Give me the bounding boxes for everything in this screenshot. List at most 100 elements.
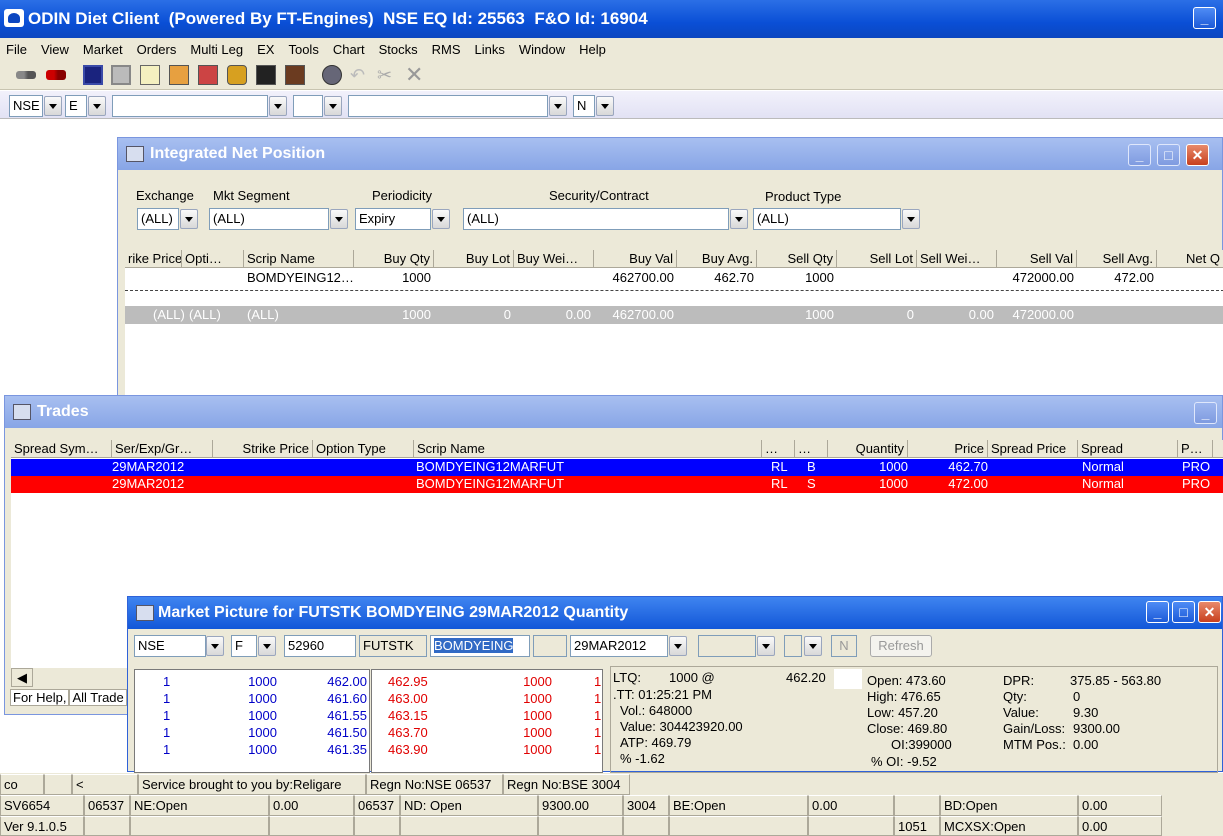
mp-expiry-select[interactable]: 29MAR2012 [570,635,668,657]
col-net-qty[interactable]: Net Q [1157,250,1223,268]
col-scrip-name[interactable]: Scrip Name [244,250,354,268]
instrument-select[interactable] [112,95,268,117]
minimize-button[interactable]: _ [1128,144,1151,166]
chevron-down-icon[interactable] [730,209,748,229]
series-select[interactable]: N [573,95,595,117]
segment-select[interactable]: E [65,95,87,117]
col-sell-weight[interactable]: Sell Wei… [917,250,997,268]
col-extra[interactable] [1213,440,1223,458]
col-price[interactable]: Price [908,440,988,458]
minimize-button[interactable]: _ [1146,601,1169,623]
menu-rms[interactable]: RMS [432,42,461,57]
chevron-down-icon[interactable] [206,636,224,656]
mp-instrument-field[interactable]: FUTSTK [359,635,427,657]
col-option[interactable]: Opti… [182,250,244,268]
chevron-down-icon[interactable] [324,96,342,116]
maximize-button[interactable]: □ [1172,601,1195,623]
col-ser-exp[interactable]: Ser/Exp/Gr… [112,440,213,458]
chevron-down-icon[interactable] [902,209,920,229]
total-row[interactable]: (ALL) (ALL) (ALL) 1000 0 0.00 462700.00 … [125,306,1223,324]
col-spread[interactable]: Spread [1078,440,1178,458]
menu-tools[interactable]: Tools [288,42,318,57]
chevron-down-icon[interactable] [549,96,567,116]
close-icon[interactable]: ✕ [405,64,425,86]
col-bs[interactable]: … [795,440,828,458]
mp-option-field[interactable] [533,635,567,657]
option-select[interactable] [293,95,323,117]
chevron-down-icon[interactable] [757,636,775,656]
col-quantity[interactable]: Quantity [828,440,908,458]
col-buy-lot[interactable]: Buy Lot [434,250,514,268]
col-p[interactable]: P… [1178,440,1213,458]
col-sell-lot[interactable]: Sell Lot [837,250,917,268]
close-button[interactable]: ✕ [1186,144,1209,166]
col-buy-avg[interactable]: Buy Avg. [677,250,757,268]
save-icon[interactable] [83,65,103,85]
trades-title-bar[interactable]: Trades _ [5,396,1222,428]
col-buy-weight[interactable]: Buy Wei… [514,250,594,268]
binoculars-icon[interactable] [285,65,305,85]
mp-n-field[interactable]: N [831,635,857,657]
maximize-button[interactable]: □ [1157,144,1180,166]
col-spread-symbol[interactable]: Spread Sym… [11,440,112,458]
net-position-title-bar[interactable]: Integrated Net Position _ □ ✕ [118,138,1222,170]
mp-type-select[interactable] [784,635,802,657]
chevron-down-icon[interactable] [88,96,106,116]
disconnect-icon[interactable] [46,70,66,80]
table-row[interactable]: BOMDYEING12… 1000 462700.00 462.70 1000 … [125,269,1223,287]
gear-icon[interactable] [322,65,342,85]
mp-symbol-input[interactable]: BOMDYEING [430,635,530,657]
periodicity-filter[interactable]: Expiry [355,208,431,230]
chart-icon[interactable] [256,65,276,85]
col-strike-price[interactable]: Strike Price [213,440,313,458]
scissors-icon[interactable]: ✂ [377,65,397,85]
col-option-type[interactable]: Option Type [313,440,414,458]
table-row[interactable]: 29MAR2012 BOMDYEING12MARFUT RL S 1000 47… [11,476,1223,493]
tab-all-trade[interactable]: All Trade [69,689,127,706]
book-icon[interactable] [198,65,218,85]
chevron-down-icon[interactable] [180,209,198,229]
mp-exchange-select[interactable]: NSE [134,635,206,657]
table-row[interactable]: 29MAR2012 BOMDYEING12MARFUT RL B 1000 46… [11,459,1223,476]
close-button[interactable]: ✕ [1198,601,1221,623]
edit-icon[interactable] [140,65,160,85]
market-picture-title-bar[interactable]: Market Picture for FUTSTK BOMDYEING 29MA… [128,597,1222,629]
product-filter[interactable]: (ALL) [753,208,901,230]
minimize-button[interactable]: _ [1194,402,1217,424]
exchange-select[interactable]: NSE [9,95,43,117]
menu-multi-leg[interactable]: Multi Leg [190,42,243,57]
menu-file[interactable]: File [6,42,27,57]
exchange-filter[interactable]: (ALL) [137,208,179,230]
refresh-button[interactable]: Refresh [870,635,932,657]
mp-segment-select[interactable]: F [231,635,257,657]
menu-ex[interactable]: EX [257,42,274,57]
menu-chart[interactable]: Chart [333,42,365,57]
package-icon[interactable] [227,65,247,85]
menu-orders[interactable]: Orders [137,42,177,57]
chevron-down-icon[interactable] [804,636,822,656]
chevron-down-icon[interactable] [330,209,348,229]
chevron-down-icon[interactable] [258,636,276,656]
col-buy-qty[interactable]: Buy Qty [354,250,434,268]
watch-icon[interactable] [169,65,189,85]
symbol-select[interactable] [348,95,548,117]
minimize-button[interactable]: _ [1193,7,1216,29]
chevron-down-icon[interactable] [269,96,287,116]
chevron-down-icon[interactable] [669,636,687,656]
scroll-left-icon[interactable]: ◀ [11,668,33,687]
col-scrip-name[interactable]: Scrip Name [414,440,762,458]
mp-token-input[interactable]: 52960 [284,635,356,657]
tab-help[interactable]: For Help, [10,689,70,706]
menu-market[interactable]: Market [83,42,123,57]
mp-strike-select[interactable] [698,635,756,657]
chevron-down-icon[interactable] [432,209,450,229]
menu-view[interactable]: View [41,42,69,57]
chevron-down-icon[interactable] [596,96,614,116]
col-sell-avg[interactable]: Sell Avg. [1077,250,1157,268]
menu-links[interactable]: Links [475,42,505,57]
security-filter[interactable]: (ALL) [463,208,729,230]
undo-icon[interactable]: ↶ [350,65,370,85]
menu-stocks[interactable]: Stocks [379,42,418,57]
col-sell-val[interactable]: Sell Val [997,250,1077,268]
menu-window[interactable]: Window [519,42,565,57]
